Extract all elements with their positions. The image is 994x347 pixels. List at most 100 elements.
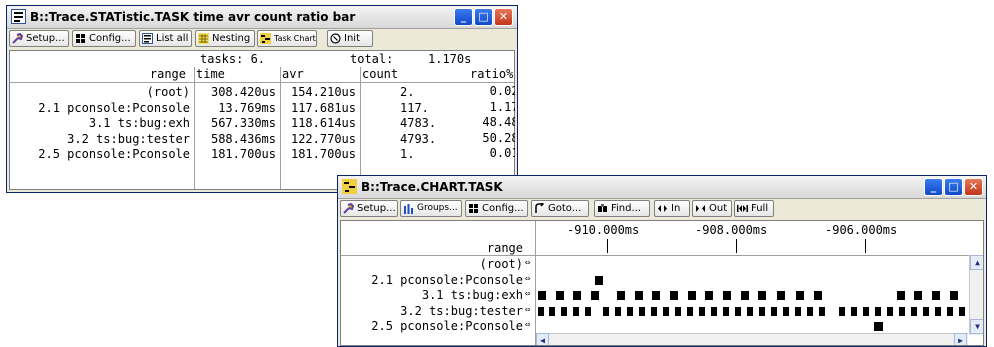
- close-button[interactable]: ✕: [494, 8, 513, 26]
- task-activity-block[interactable]: [783, 306, 789, 316]
- task-activity-block[interactable]: [627, 306, 633, 316]
- minimize-button[interactable]: _: [924, 178, 943, 196]
- task-activity-block[interactable]: [875, 306, 881, 316]
- task-activity-block[interactable]: [639, 306, 645, 316]
- close-button[interactable]: ✕: [964, 178, 983, 196]
- header-time[interactable]: time: [196, 67, 225, 81]
- scroll-down-button[interactable]: ▼: [970, 319, 983, 334]
- groups-button[interactable]: Groups...: [400, 200, 462, 217]
- expand-arrows-icon[interactable]: ⇔: [525, 258, 530, 268]
- task-activity-block[interactable]: [935, 306, 941, 316]
- chart-horizontal-scrollbar[interactable]: ◀ ▶: [536, 333, 968, 345]
- task-activity-block[interactable]: [663, 306, 669, 316]
- expand-arrows-icon[interactable]: ⇔: [525, 320, 530, 330]
- task-activity-block[interactable]: [863, 306, 869, 316]
- task-activity-block[interactable]: [777, 291, 785, 300]
- scroll-left-button[interactable]: ◀: [536, 333, 549, 345]
- task-activity-block[interactable]: [911, 306, 917, 316]
- list-all-button[interactable]: List all: [139, 30, 192, 47]
- task-activity-block[interactable]: [688, 291, 696, 300]
- chart-row-label[interactable]: 3.1 ts:bug:exh: [422, 288, 523, 302]
- config-button[interactable]: Config...: [72, 30, 136, 47]
- minimize-button[interactable]: _: [454, 8, 473, 26]
- statistic-titlebar[interactable]: B::Trace.STATistic.TASK time avr count r…: [7, 6, 517, 29]
- chart-row-label[interactable]: 2.5 pconsole:Pconsole: [371, 319, 523, 333]
- task-activity-block[interactable]: [874, 322, 883, 331]
- zoom-full-button[interactable]: Full: [734, 200, 774, 217]
- nesting-button[interactable]: Nesting: [195, 30, 255, 47]
- task-activity-block[interactable]: [932, 291, 940, 300]
- expand-arrows-icon[interactable]: ⇔: [525, 305, 530, 315]
- find-button[interactable]: Find...: [594, 200, 650, 217]
- task-activity-block[interactable]: [617, 291, 625, 300]
- header-avr[interactable]: avr: [282, 67, 304, 81]
- task-activity-block[interactable]: [795, 306, 801, 316]
- task-activity-block[interactable]: [758, 291, 766, 300]
- task-activity-block[interactable]: [711, 306, 717, 316]
- task-activity-block[interactable]: [595, 275, 603, 285]
- task-activity-block[interactable]: [538, 291, 546, 300]
- chart-row-label[interactable]: (root): [480, 257, 523, 271]
- setup-button[interactable]: Setup...: [9, 30, 69, 47]
- task-activity-block[interactable]: [950, 291, 958, 300]
- header-ratio[interactable]: ratio%: [470, 67, 513, 81]
- setup-button[interactable]: Setup...: [340, 200, 398, 217]
- task-activity-block[interactable]: [635, 291, 643, 300]
- task-activity-block[interactable]: [851, 306, 857, 316]
- task-activity-block[interactable]: [538, 306, 544, 316]
- zoom-out-button[interactable]: Out: [692, 200, 732, 217]
- task-activity-block[interactable]: [947, 306, 953, 316]
- chart-row-label[interactable]: 3.2 ts:bug:tester: [400, 304, 523, 318]
- header-count[interactable]: count: [362, 67, 398, 81]
- zoom-in-button[interactable]: In: [654, 200, 690, 217]
- scroll-up-button[interactable]: ▲: [970, 255, 983, 270]
- task-activity-block[interactable]: [887, 306, 893, 316]
- task-activity-block[interactable]: [923, 306, 929, 316]
- task-activity-block[interactable]: [699, 306, 705, 316]
- header-range[interactable]: range: [150, 67, 186, 81]
- task-activity-block[interactable]: [561, 306, 567, 316]
- scroll-right-button[interactable]: ▶: [954, 333, 967, 345]
- config-button[interactable]: Config...: [465, 200, 528, 217]
- task-activity-block[interactable]: [670, 291, 678, 300]
- task-activity-block[interactable]: [839, 306, 845, 316]
- task-activity-block[interactable]: [723, 306, 729, 316]
- task-activity-block[interactable]: [897, 291, 905, 300]
- chart-row-label[interactable]: 2.1 pconsole:Pconsole: [371, 273, 523, 287]
- task-activity-block[interactable]: [959, 306, 965, 316]
- task-chart-button[interactable]: Task Chart: [257, 30, 317, 47]
- task-activity-block[interactable]: [735, 306, 741, 316]
- task-activity-block[interactable]: [675, 306, 681, 316]
- task-activity-block[interactable]: [615, 306, 621, 316]
- task-activity-block[interactable]: [573, 291, 581, 300]
- task-activity-block[interactable]: [807, 306, 813, 316]
- init-button[interactable]: Init: [327, 30, 373, 47]
- expand-arrows-icon[interactable]: ⇔: [525, 274, 530, 284]
- task-activity-block[interactable]: [556, 291, 564, 300]
- task-activity-block[interactable]: [747, 306, 753, 316]
- task-activity-block[interactable]: [585, 306, 591, 316]
- task-activity-block[interactable]: [914, 291, 922, 300]
- task-activity-block[interactable]: [741, 291, 749, 300]
- maximize-button[interactable]: □: [474, 8, 493, 26]
- task-activity-block[interactable]: [723, 291, 731, 300]
- task-activity-block[interactable]: [652, 291, 660, 300]
- task-activity-block[interactable]: [771, 306, 777, 316]
- task-activity-block[interactable]: [603, 306, 609, 316]
- range-header[interactable]: range: [487, 241, 523, 255]
- maximize-button[interactable]: □: [944, 178, 963, 196]
- task-activity-block[interactable]: [705, 291, 713, 300]
- task-activity-block[interactable]: [651, 306, 657, 316]
- chart-vertical-scrollbar[interactable]: ▲ ▼: [969, 255, 983, 335]
- task-activity-block[interactable]: [759, 306, 765, 316]
- goto-button[interactable]: Goto...: [531, 200, 589, 217]
- task-activity-block[interactable]: [573, 306, 579, 316]
- task-activity-block[interactable]: [796, 291, 804, 300]
- task-activity-block[interactable]: [549, 306, 555, 316]
- chart-titlebar[interactable]: B::Trace.CHART.TASK _ □ ✕: [338, 176, 986, 199]
- task-activity-block[interactable]: [899, 306, 905, 316]
- task-activity-block[interactable]: [814, 291, 822, 300]
- task-activity-block[interactable]: [687, 306, 693, 316]
- task-activity-block[interactable]: [591, 291, 599, 300]
- task-activity-block[interactable]: [819, 306, 825, 316]
